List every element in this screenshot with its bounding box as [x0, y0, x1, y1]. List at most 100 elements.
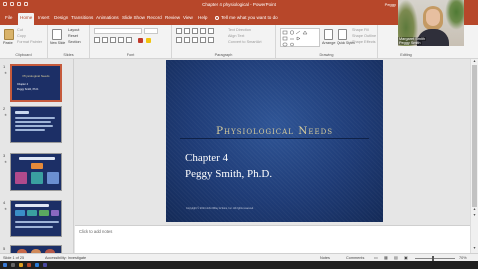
strikethrough-icon[interactable] — [118, 37, 124, 43]
underline-icon[interactable] — [110, 37, 116, 43]
thumbnail-slide-1[interactable]: Physiological Needs Chapter 4 Peggy Smit… — [10, 64, 62, 102]
scroll-up-icon[interactable]: ▲ — [472, 59, 477, 63]
thumbnail-number: 1 — [3, 64, 6, 69]
notes-placeholder: Click to add notes — [79, 229, 113, 234]
tab-help[interactable]: Help — [196, 13, 209, 25]
slide-title-divider — [180, 138, 369, 139]
tab-animations[interactable]: Animations — [94, 13, 121, 25]
thumbnail-number: 5 — [3, 246, 6, 251]
zoom-slider-handle[interactable] — [432, 255, 434, 261]
file-explorer-icon[interactable] — [19, 263, 23, 267]
start-icon[interactable] — [3, 263, 7, 267]
slide-subtitle-line1[interactable]: Chapter 4 — [185, 152, 228, 164]
paste-icon[interactable] — [4, 29, 14, 40]
shape-outline-button[interactable]: Shape Outline — [352, 34, 376, 39]
scrollbar-thumb[interactable] — [472, 65, 477, 207]
next-slide-icon[interactable]: ▼ — [472, 213, 477, 217]
section-button[interactable]: Section — [68, 40, 81, 45]
numbering-icon[interactable] — [184, 28, 190, 34]
layout-button[interactable]: Layout — [68, 28, 79, 33]
text-direction-button[interactable]: Text Direction — [228, 28, 251, 33]
justify-icon[interactable] — [200, 37, 206, 43]
cut-button[interactable]: Cut — [17, 28, 23, 33]
group-label-font: Font — [126, 53, 135, 57]
tab-file[interactable]: File — [3, 13, 14, 25]
thumbnail-heading-shape — [15, 204, 49, 207]
align-right-icon[interactable] — [192, 37, 198, 43]
group-label-drawing: Drawing — [319, 53, 334, 57]
meeting-app-icon[interactable] — [43, 263, 47, 267]
char-spacing-icon[interactable] — [126, 37, 132, 43]
status-bar: Slide 1 of 25 Accessibility: Investigate… — [0, 253, 478, 261]
group-clipboard: Paste Cut Copy Format Painter Clipboard — [0, 25, 48, 58]
thumbnail-heading-shape — [15, 111, 29, 114]
thumbnail-slide-3[interactable] — [10, 153, 62, 191]
align-left-icon[interactable] — [176, 37, 182, 43]
thumbnail-box-green — [39, 210, 49, 216]
slide-canvas[interactable]: Physiological Needs Chapter 4 Peggy Smit… — [166, 60, 383, 222]
tab-slide-show[interactable]: Slide Show — [120, 13, 147, 25]
group-slides: New Slide Layout Reset Section Slides — [48, 25, 90, 58]
font-name-field[interactable] — [94, 28, 142, 34]
thumbnail-line: Chapter 4 — [17, 83, 28, 86]
shape-fill-button[interactable]: Shape Fill — [352, 28, 369, 33]
arrange-button[interactable]: Arrange — [322, 41, 336, 46]
browser-icon[interactable] — [35, 263, 39, 267]
previous-slide-icon[interactable]: ▲ — [472, 207, 477, 211]
new-slide-icon[interactable] — [52, 29, 62, 40]
font-size-field[interactable] — [144, 28, 158, 34]
star-icon: ★ — [4, 160, 8, 164]
align-text-button[interactable]: Align Text — [228, 34, 244, 39]
thumbnail-text-line — [15, 226, 53, 228]
tab-record[interactable]: Record — [145, 13, 164, 25]
tab-home[interactable]: Home — [18, 13, 35, 25]
thumbnail-box-teal — [31, 172, 43, 184]
powerpoint-taskbar-icon[interactable] — [27, 263, 31, 267]
group-label-slides: Slides — [63, 53, 74, 57]
arrange-icon[interactable] — [324, 29, 333, 40]
thumbnail-slide-2[interactable] — [10, 106, 62, 143]
reset-button[interactable]: Reset — [68, 34, 78, 39]
bullets-icon[interactable] — [176, 28, 182, 34]
paste-button[interactable]: Paste — [3, 41, 13, 46]
thumbnail-text-line — [15, 117, 55, 119]
new-slide-button[interactable]: New Slide — [50, 41, 65, 46]
tab-view[interactable]: View — [181, 13, 195, 25]
shapes-gallery[interactable] — [280, 28, 320, 47]
zoom-slider[interactable] — [415, 257, 455, 259]
scroll-down-icon[interactable]: ▼ — [472, 246, 477, 250]
thumbnail-text-line — [15, 221, 59, 223]
tell-me-search[interactable]: Tell me what you want to do — [215, 13, 278, 23]
align-center-icon[interactable] — [184, 37, 190, 43]
copy-button[interactable]: Copy — [17, 34, 26, 39]
group-font: Font — [90, 25, 172, 58]
webcam-overlay: Margaret Smith Peggy Smith — [398, 0, 464, 46]
line-spacing-icon[interactable] — [208, 28, 214, 34]
decrease-indent-icon[interactable] — [192, 28, 198, 34]
tab-insert[interactable]: Insert — [36, 13, 52, 25]
italic-icon[interactable] — [102, 37, 108, 43]
font-color-icon[interactable] — [138, 38, 143, 43]
shape-effects-button[interactable]: Shape Effects — [352, 40, 376, 45]
highlight-icon[interactable] — [146, 38, 151, 43]
tab-review[interactable]: Review — [163, 13, 182, 25]
notes-pane[interactable]: Click to add notes — [75, 225, 470, 253]
thumbnail-slide-4[interactable] — [10, 200, 62, 237]
slide-copyright: Copyright © 2014 John Wiley & Sons, Inc.… — [186, 207, 254, 210]
convert-smartart-button[interactable]: Convert to SmartArt — [228, 40, 262, 45]
tab-transitions[interactable]: Transitions — [69, 13, 95, 25]
slide-subtitle-line2[interactable]: Peggy Smith, Ph.D. — [185, 168, 272, 180]
group-paragraph: Text Direction Align Text Convert to Sma… — [172, 25, 276, 58]
columns-icon[interactable] — [208, 37, 214, 43]
editor-vertical-scrollbar[interactable]: ▲ ▲ ▼ ▼ — [470, 59, 478, 253]
thumbnail-text-line — [15, 125, 53, 127]
bold-icon[interactable] — [94, 37, 100, 43]
quick-styles-icon[interactable] — [338, 29, 347, 40]
slide-title[interactable]: Physiological Needs — [166, 125, 383, 137]
tab-design[interactable]: Design — [52, 13, 70, 25]
powerpoint-window: Chapter 4 physiological - PowerPoint Peg… — [0, 0, 478, 269]
account-name[interactable]: Peggy — [385, 1, 396, 8]
format-painter-button[interactable]: Format Painter — [17, 40, 42, 45]
search-icon[interactable] — [11, 263, 15, 267]
increase-indent-icon[interactable] — [200, 28, 206, 34]
